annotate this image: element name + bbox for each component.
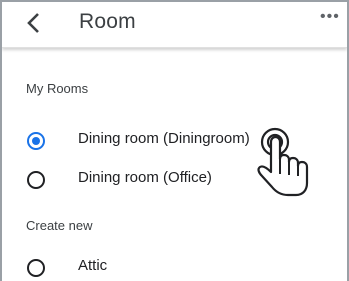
chevron-left-icon	[27, 13, 39, 33]
radio-selected-icon[interactable]	[27, 132, 45, 150]
app-bar: Room •••	[2, 2, 347, 48]
section-header-create-new: Create new	[26, 218, 93, 233]
room-option-label: Dining room (Diningroom)	[78, 130, 250, 147]
screen: Room ••• My Rooms Dining room (Diningroo…	[0, 0, 349, 281]
back-button[interactable]	[20, 8, 50, 38]
page-title: Room	[79, 10, 136, 33]
room-option-attic[interactable]: Attic	[2, 250, 347, 281]
more-options-button[interactable]: •••	[320, 8, 340, 26]
room-option-label: Attic	[78, 257, 108, 274]
radio-unselected-icon[interactable]	[27, 171, 45, 189]
radio-unselected-icon[interactable]	[27, 259, 45, 277]
room-option-label: Dining room (Office)	[78, 169, 212, 186]
tap-gesture-icon	[250, 120, 320, 210]
section-header-my-rooms: My Rooms	[26, 81, 89, 96]
